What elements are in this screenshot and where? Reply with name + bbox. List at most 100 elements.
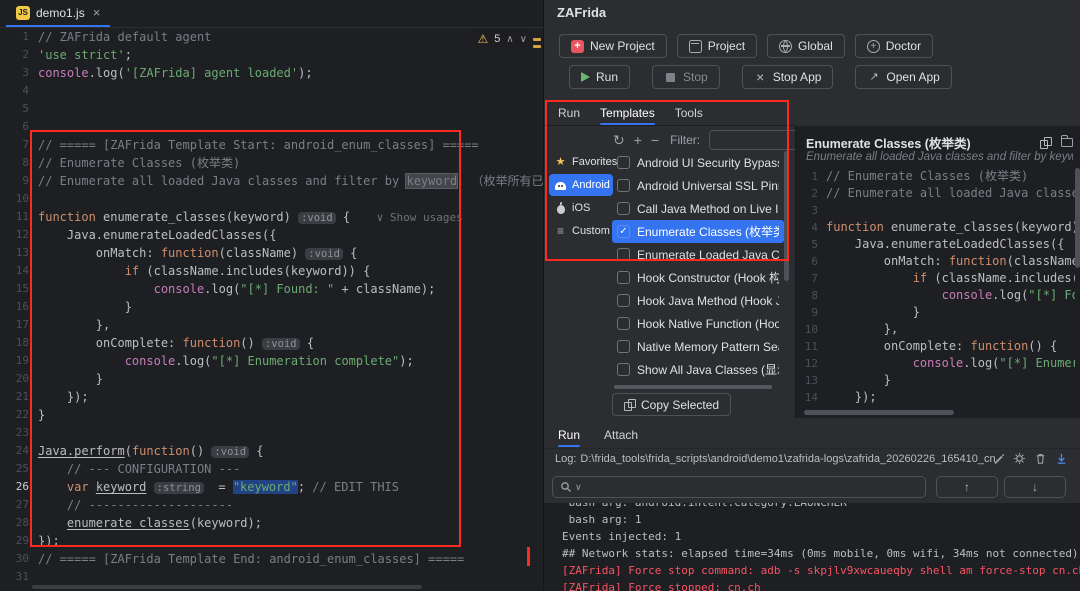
template-checkbox[interactable] <box>617 202 630 215</box>
template-list-item[interactable]: Android Universal SSL Pinnin <box>612 174 784 197</box>
category-android[interactable]: Android <box>549 174 613 196</box>
code-text: }, <box>38 318 111 332</box>
editor-tab-demo1js[interactable]: JS demo1.js × <box>6 0 111 27</box>
copy-code-icon[interactable] <box>1040 136 1052 149</box>
inspections-widget[interactable]: ⚠ 5 ∧ ∨ <box>473 31 531 47</box>
template-checkbox[interactable] <box>617 156 630 169</box>
search-options-chevron-icon[interactable]: ∨ <box>575 482 582 493</box>
template-checkbox[interactable] <box>617 179 630 192</box>
run-button[interactable]: Run <box>569 65 631 89</box>
edit-log-icon[interactable] <box>992 452 1005 470</box>
category-favorites[interactable]: Favorites <box>549 151 617 173</box>
console-tab-run[interactable]: Run <box>558 428 581 447</box>
remove-template-icon[interactable] <box>651 133 659 147</box>
template-checkbox[interactable] <box>617 340 630 353</box>
line-number: 31 <box>15 570 29 583</box>
template-label: Hook Native Function (Hook <box>637 316 779 331</box>
scrollbar-warning-mark <box>533 45 541 48</box>
line-number: 7 <box>22 138 29 151</box>
code-line: 20 } <box>0 370 543 388</box>
scroll-to-end-icon[interactable] <box>1055 452 1068 470</box>
settings-icon[interactable] <box>1013 452 1026 470</box>
code-text: onComplete: function() :void { <box>38 336 315 350</box>
console-line: ## Network stats: elapsed time=34ms (0ms… <box>562 547 1079 560</box>
template-list-item[interactable]: Hook Native Function (Hook <box>612 312 784 335</box>
template-checkbox[interactable] <box>617 248 630 261</box>
code-text: 'use strict'; <box>38 48 132 62</box>
global-button[interactable]: Global <box>767 34 845 58</box>
run-icon <box>581 72 590 82</box>
template-list-item[interactable]: Hook Java Method (Hook Jav <box>612 289 784 312</box>
template-label: Enumerate Classes (枚举类) <box>637 225 779 239</box>
line-number: 3 <box>811 204 818 217</box>
code-text: console.log('[ZAFrida] agent loaded'); <box>38 66 313 80</box>
line-number: 16 <box>15 300 29 313</box>
template-list: Android UI Security Bypass (A Android Uni… <box>612 151 784 389</box>
category-ios[interactable]: iOS <box>549 197 613 219</box>
open-app-icon <box>867 71 880 84</box>
template-checkbox[interactable] <box>617 317 630 330</box>
line-number: 30 <box>15 552 29 565</box>
open-folder-icon[interactable] <box>1061 135 1073 147</box>
project-button[interactable]: Project <box>676 34 758 58</box>
line-number: 22 <box>15 408 29 421</box>
tab-tools[interactable]: Tools <box>675 106 703 120</box>
tab-templates[interactable]: Templates <box>600 106 655 125</box>
add-template-icon[interactable] <box>634 133 642 147</box>
editor-horizontal-scrollbar[interactable] <box>32 585 422 589</box>
line-number: 11 <box>15 210 29 223</box>
clear-log-icon[interactable] <box>1034 452 1047 470</box>
favorites-icon <box>554 156 567 169</box>
close-tab-icon[interactable]: × <box>93 5 101 20</box>
line-number: 9 <box>811 306 818 319</box>
prev-problem-icon[interactable]: ∧ <box>506 34 513 45</box>
line-number: 11 <box>804 340 818 353</box>
code-line: 11 function enumerate_classes(keyword) :v… <box>0 208 543 226</box>
template-list-item[interactable]: Native Memory Pattern Sear <box>612 335 784 358</box>
template-list-item[interactable]: Show All Java Classes (显示所 <box>612 358 784 381</box>
template-list-item[interactable]: Android UI Security Bypass (A <box>612 151 784 174</box>
search-prev-button[interactable]: ↑ <box>936 476 998 498</box>
code-text: } <box>38 372 104 386</box>
line-number: 23 <box>15 426 29 439</box>
next-problem-icon[interactable]: ∨ <box>520 34 527 45</box>
doctor-button[interactable]: Doctor <box>854 34 934 58</box>
stop-app-button[interactable]: Stop App <box>741 65 834 89</box>
template-label: Hook Java Method (Hook Jav <box>637 293 779 308</box>
template-list-vertical-scrollbar[interactable] <box>784 151 789 389</box>
preview-horizontal-scrollbar[interactable] <box>804 410 954 415</box>
template-list-item[interactable]: Hook Constructor (Hook 构造 <box>612 266 784 289</box>
category-custom[interactable]: Custom <box>549 220 613 242</box>
template-list-horizontal-scrollbar[interactable] <box>614 385 772 389</box>
ide-window: JS demo1.js × ⚠ 5 ∧ ∨ 1 // ZAFrida defaul… <box>0 0 1080 591</box>
line-number: 3 <box>22 66 29 79</box>
button-label: Doctor <box>885 39 922 53</box>
template-list-item[interactable]: Call Java Method on Live Inst <box>612 197 784 220</box>
refresh-icon[interactable] <box>613 133 625 147</box>
template-checkbox[interactable] <box>617 363 630 376</box>
code-text: Java.enumerateLoadedClasses({ <box>826 237 1065 251</box>
new-project-icon <box>571 39 584 53</box>
preview-vertical-scrollbar[interactable] <box>1075 168 1080 268</box>
template-list-item[interactable]: Enumerate Loaded Java Class <box>612 243 784 266</box>
copy-selected-button[interactable]: Copy Selected <box>612 393 732 416</box>
editor-code-area[interactable]: 1 // ZAFrida default agent 2 'use strict'; 3… <box>0 28 543 591</box>
template-checkbox[interactable] <box>617 294 630 307</box>
search-next-button[interactable]: ↓ <box>1004 476 1066 498</box>
code-line: 31 <box>0 568 543 586</box>
console-tab-attach[interactable]: Attach <box>604 428 638 442</box>
template-checkbox[interactable] <box>617 271 630 284</box>
copy-selected-label: Copy Selected <box>641 397 720 412</box>
template-checkbox[interactable] <box>617 225 630 238</box>
tab-run[interactable]: Run <box>558 106 580 120</box>
stop-button[interactable]: Stop <box>652 65 720 89</box>
console-search-input[interactable]: ∨ <box>552 476 926 498</box>
filter-input[interactable] <box>709 130 798 150</box>
new-project-button[interactable]: New Project <box>559 34 667 58</box>
code-line: 28 enumerate_classes(keyword); <box>0 514 543 532</box>
log-path[interactable]: D:\frida_tools\frida_scripts\android\dem… <box>580 453 995 465</box>
open-app-button[interactable]: Open App <box>855 65 952 89</box>
code-line: 8 // Enumerate Classes (枚举类) <box>0 154 543 172</box>
template-list-item[interactable]: Enumerate Classes (枚举类) <box>612 220 784 243</box>
console-output[interactable]: bash arg: android.intent.category.LAUNCH… <box>544 503 1080 591</box>
